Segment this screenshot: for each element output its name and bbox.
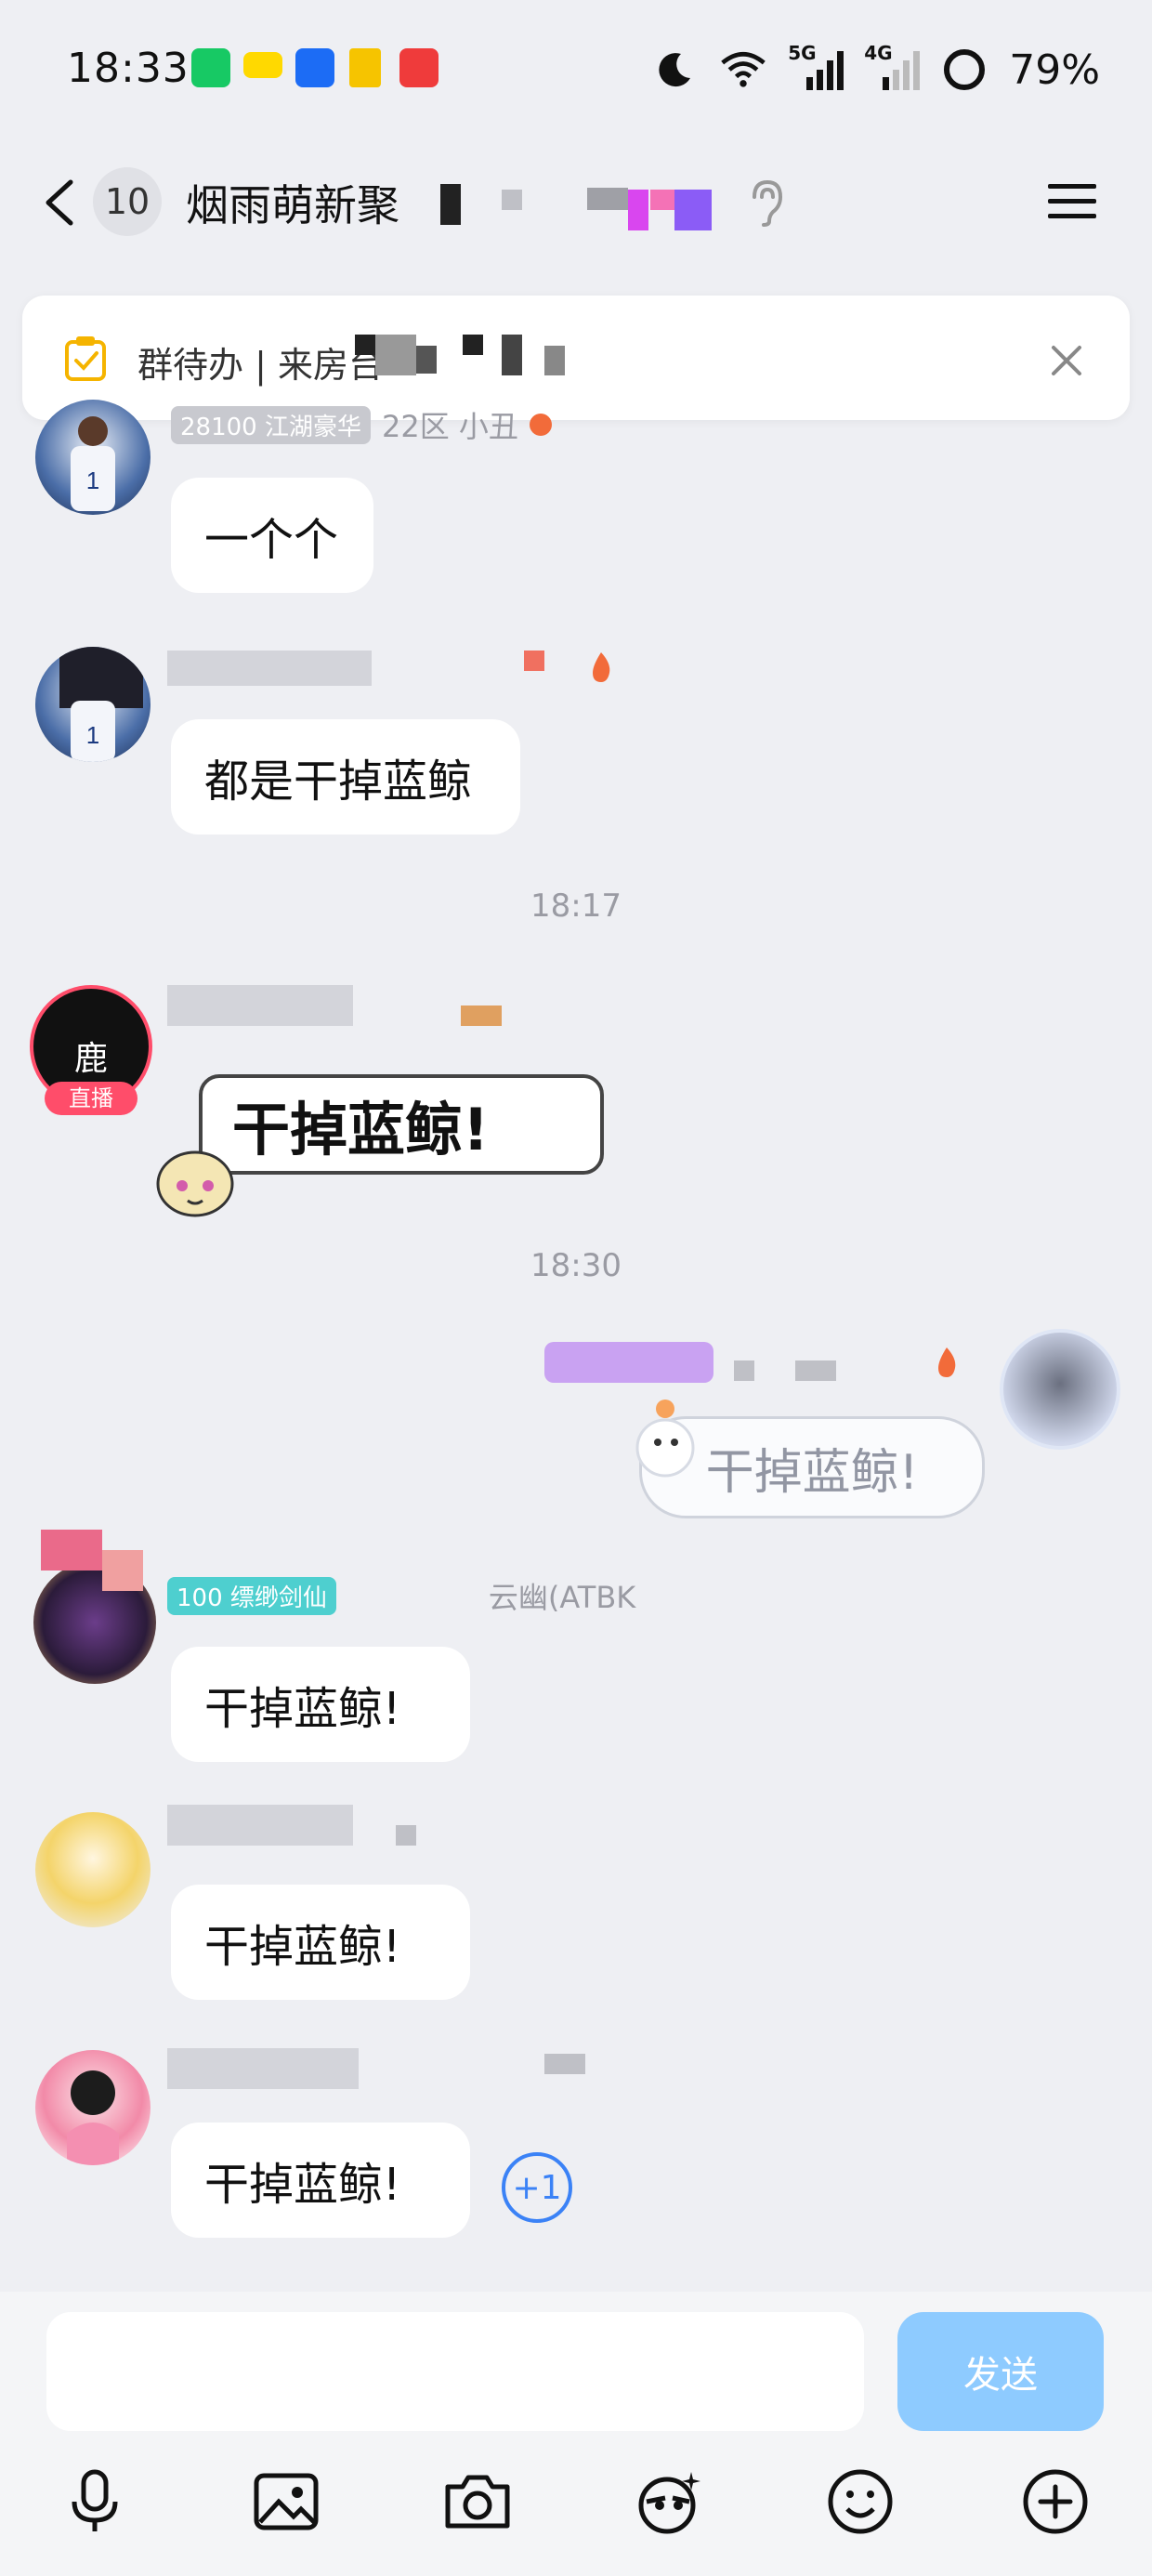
time-divider: 18:30 bbox=[530, 1247, 622, 1284]
sender-note: 云幽(ATBK bbox=[488, 1580, 636, 1615]
menu-icon[interactable] bbox=[1042, 175, 1102, 227]
bird-sticker-icon bbox=[632, 1396, 697, 1479]
red-packet-icon[interactable] bbox=[634, 2466, 704, 2537]
chat-header bbox=[0, 149, 1152, 251]
time-divider: 18:17 bbox=[530, 887, 622, 925]
avatar-text: 鹿 bbox=[73, 1040, 108, 1078]
network-5g-label: 5G bbox=[788, 42, 817, 64]
back-arrow-icon[interactable] bbox=[37, 177, 85, 229]
censored-block bbox=[502, 335, 522, 375]
flame-badge-icon bbox=[587, 651, 615, 684]
app-notification-icon bbox=[349, 48, 381, 87]
avatar[interactable]: 1 bbox=[35, 647, 151, 762]
censored-block bbox=[416, 346, 437, 374]
censored-block bbox=[524, 651, 544, 671]
censored-block bbox=[102, 1550, 143, 1591]
ear-icon[interactable] bbox=[743, 177, 790, 229]
sender-note: 22区 小丑 bbox=[381, 409, 518, 444]
censored-block bbox=[628, 190, 648, 230]
censored-name bbox=[167, 651, 372, 686]
emoji-icon[interactable] bbox=[825, 2466, 896, 2537]
censored-block bbox=[734, 1360, 754, 1381]
wifi-icon bbox=[719, 46, 767, 94]
notice-text: 群待办 | 来房台 bbox=[137, 345, 384, 386]
signal-4g-icon: 4G bbox=[864, 42, 921, 94]
message-bubble[interactable]: 干掉蓝鲸! bbox=[171, 1647, 470, 1762]
message-input[interactable] bbox=[46, 2312, 864, 2431]
battery-icon bbox=[940, 46, 988, 94]
plus-one-reaction-button[interactable]: +1 bbox=[502, 2152, 572, 2223]
camera-icon[interactable] bbox=[442, 2466, 513, 2537]
censored-block bbox=[355, 335, 375, 355]
censored-block bbox=[440, 184, 461, 225]
close-icon[interactable] bbox=[1046, 340, 1087, 381]
group-title[interactable]: 烟雨萌新聚 bbox=[186, 172, 399, 233]
sticker-speech-bubble[interactable]: 干掉蓝鲸! bbox=[199, 1074, 604, 1175]
censored-block bbox=[795, 1360, 836, 1381]
app-notification-icon bbox=[295, 48, 334, 87]
cartoon-cat-sticker-icon bbox=[149, 1139, 243, 1223]
censored-block bbox=[650, 190, 674, 210]
censored-block bbox=[461, 1005, 502, 1026]
network-4g-label: 4G bbox=[864, 42, 893, 64]
censored-block bbox=[463, 335, 483, 355]
avatar[interactable] bbox=[1000, 1329, 1120, 1450]
censored-block bbox=[587, 188, 628, 210]
message-bubble[interactable]: 一个个 bbox=[171, 478, 373, 593]
censored-block bbox=[396, 1825, 416, 1846]
sender-info: 100 缥缈剑仙 云幽(ATBK bbox=[167, 1574, 635, 1617]
battery-percentage: 79% bbox=[1009, 46, 1100, 94]
censored-name bbox=[167, 2048, 359, 2089]
message-bubble[interactable]: 都是干掉蓝鲸 bbox=[171, 719, 520, 835]
microphone-icon[interactable] bbox=[59, 2466, 130, 2537]
app-notification-icon bbox=[399, 48, 439, 87]
censored-name bbox=[167, 1805, 353, 1846]
status-indicators: 5G 4G 79% bbox=[650, 37, 1100, 102]
censored-block bbox=[544, 346, 565, 375]
censored-block bbox=[41, 1530, 102, 1571]
censored-name bbox=[167, 985, 353, 1026]
app-notification-icon bbox=[191, 48, 230, 87]
unread-count-badge[interactable]: 10 bbox=[93, 167, 162, 236]
live-badge[interactable]: 直播 bbox=[45, 1082, 137, 1115]
censored-block bbox=[544, 2054, 585, 2074]
app-notification-icon bbox=[243, 52, 282, 78]
message-bubble[interactable]: 干掉蓝鲸! bbox=[171, 1885, 470, 2000]
sender-info: 28100 江湖豪华 22区 小丑 bbox=[171, 403, 552, 446]
svg-text:1: 1 bbox=[86, 721, 99, 749]
level-tag: 100 缥缈剑仙 bbox=[167, 1576, 336, 1615]
level-tag: 28100 江湖豪华 bbox=[171, 405, 371, 444]
image-icon[interactable] bbox=[251, 2466, 321, 2537]
censored-block bbox=[674, 190, 712, 230]
status-time: 18:33 bbox=[67, 45, 190, 92]
censored-name bbox=[544, 1342, 713, 1383]
flame-badge-icon bbox=[933, 1346, 961, 1379]
todo-check-icon bbox=[63, 335, 108, 383]
signal-5g-icon: 5G bbox=[788, 42, 844, 94]
plus-icon[interactable] bbox=[1020, 2466, 1091, 2537]
message-bubble[interactable]: 干掉蓝鲸! bbox=[171, 2123, 470, 2238]
flame-badge-icon bbox=[529, 414, 552, 436]
avatar[interactable] bbox=[35, 2050, 151, 2165]
censored-block bbox=[375, 335, 416, 375]
svg-text:1: 1 bbox=[86, 467, 99, 494]
censored-block bbox=[502, 190, 522, 210]
do-not-disturb-icon bbox=[650, 46, 699, 94]
avatar[interactable]: 1 bbox=[35, 400, 151, 515]
send-button[interactable]: 发送 bbox=[897, 2312, 1104, 2431]
avatar[interactable] bbox=[35, 1812, 151, 1927]
